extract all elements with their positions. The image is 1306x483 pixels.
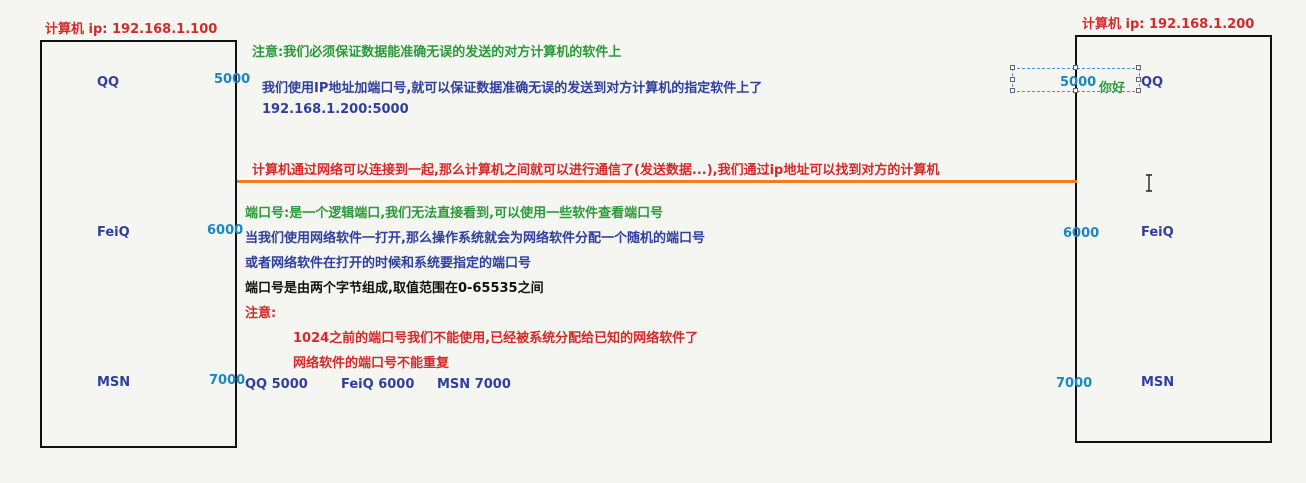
note-port-specify: 或者网络软件在打开的时候和系统要指定的端口号 [245,256,532,271]
resize-handle[interactable] [1136,77,1141,82]
right-port-msn: 7000 [1056,376,1093,391]
note-port-random: 当我们使用网络软件一打开,那么操作系统就会为网络软件分配一个随机的端口号 [245,231,705,246]
left-port-feiq: 6000 [207,223,244,238]
rule-unique-ports: 网络软件的端口号不能重复 [293,356,450,371]
resize-handle[interactable] [1073,88,1078,93]
left-app-msn: MSN [97,375,131,390]
left-port-qq: 5000 [214,72,251,87]
right-app-qq: QQ [1141,75,1164,90]
resize-handle[interactable] [1010,65,1015,70]
note-network: 计算机通过网络可以连接到一起,那么计算机之间就可以进行通信了(发送数据...),… [252,163,940,178]
summary-feiq: FeiQ 6000 [341,377,415,392]
resize-handle[interactable] [1136,65,1141,70]
note-port-range: 端口号是由两个字节组成,取值范围在0-65535之间 [245,281,544,296]
resize-handle[interactable] [1010,88,1015,93]
note-attention: 注意: [245,306,277,321]
note-ensure-delivery: 注意:我们必须保证数据能准确无误的发送的对方计算机的软件上 [252,45,622,60]
summary-qq: QQ 5000 [245,377,308,392]
left-port-msn: 7000 [209,373,246,388]
rule-reserved-ports: 1024之前的端口号我们不能使用,已经被系统分配给已知的网络软件了 [293,331,699,346]
left-app-qq: QQ [97,75,120,90]
summary-msn: MSN 7000 [437,377,511,392]
example-address: 192.168.1.200:5000 [262,102,409,117]
note-port-definition: 端口号:是一个逻辑端口,我们无法直接看到,可以使用一些软件查看端口号 [245,206,664,221]
resize-handle[interactable] [1136,88,1141,93]
right-app-feiq: FeiQ [1141,225,1174,240]
left-app-feiq: FeiQ [97,225,130,240]
left-computer-box [40,40,237,448]
resize-handle[interactable] [1073,65,1078,70]
right-computer-label: 计算机 ip: 192.168.1.200 [1082,17,1255,32]
resize-handle[interactable] [1010,77,1015,82]
network-connection-line [237,180,1077,183]
note-ip-plus-port: 我们使用IP地址加端口号,就可以保证数据准确无误的发送到对方计算机的指定软件上了 [262,81,763,96]
left-computer-label: 计算机 ip: 192.168.1.100 [45,22,218,37]
text-cursor-icon [1146,174,1152,192]
right-app-msn: MSN [1141,375,1175,390]
right-port-feiq: 6000 [1063,226,1100,241]
